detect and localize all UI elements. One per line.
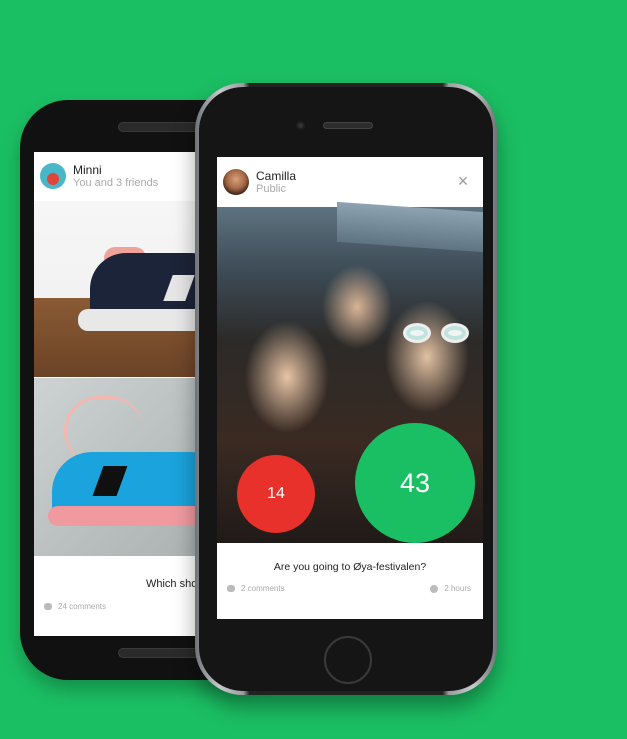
vote-yes-button[interactable]: 43 xyxy=(355,423,475,543)
comment-icon xyxy=(44,603,52,610)
iphone: Camilla Public × 14 43 Are you going to … xyxy=(195,83,497,695)
post-question: Which should xyxy=(145,578,212,590)
close-icon[interactable]: × xyxy=(453,171,473,191)
post-audience: Public xyxy=(256,183,286,195)
earpiece xyxy=(323,122,373,129)
post-time: 2 hours xyxy=(430,584,471,593)
option-image-2[interactable] xyxy=(34,378,212,556)
vote-no-button[interactable]: 14 xyxy=(237,455,315,533)
post-question: Are you going to Øya-festivalen? xyxy=(273,561,427,573)
comments-link[interactable]: 2 comments xyxy=(227,584,285,593)
post-header: Minni You and 3 friends xyxy=(34,152,212,200)
post-time-label: 2 hours xyxy=(444,584,471,593)
home-button[interactable] xyxy=(324,636,372,684)
avatar[interactable] xyxy=(223,169,249,195)
comments-count: 24 comments xyxy=(58,602,107,611)
avatar[interactable] xyxy=(40,163,66,189)
post-header: Camilla Public × xyxy=(217,157,483,207)
post-photo: 14 43 xyxy=(217,201,483,543)
comments-link[interactable]: 24 comments xyxy=(44,602,106,611)
post-audience: You and 3 friends xyxy=(73,177,159,189)
android-screen: Minni You and 3 friends Which should 24 … xyxy=(34,152,212,636)
post-author[interactable]: Camilla xyxy=(256,169,296,183)
camera-icon xyxy=(296,121,305,130)
post-author[interactable]: Minni xyxy=(73,163,158,177)
comment-icon xyxy=(227,585,235,592)
option-image-1[interactable] xyxy=(34,201,212,377)
iphone-screen: Camilla Public × 14 43 Are you going to … xyxy=(217,157,483,619)
clock-icon xyxy=(430,584,439,593)
comments-count: 2 comments xyxy=(241,584,285,593)
